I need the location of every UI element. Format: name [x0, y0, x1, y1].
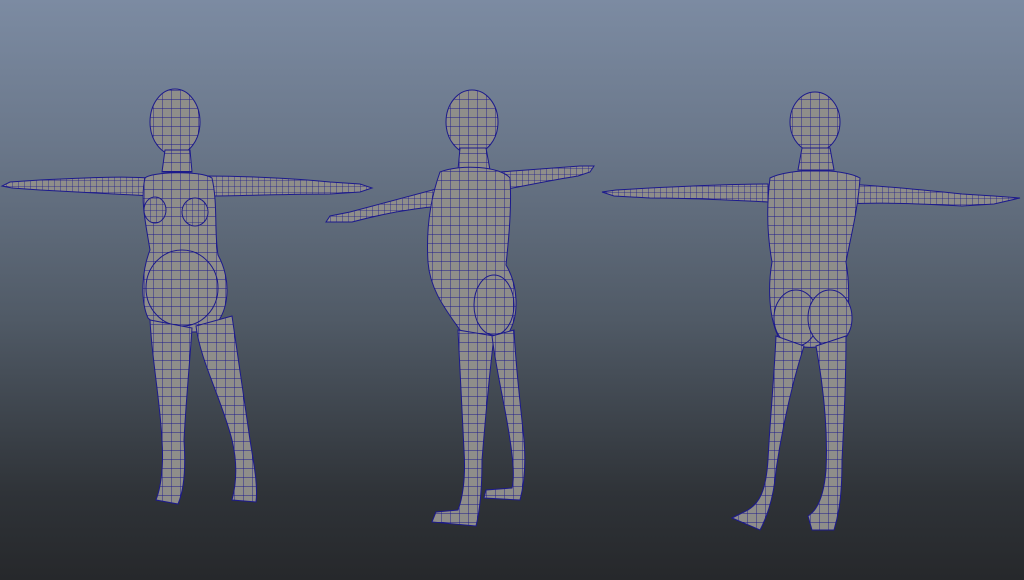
model-front-chest-right — [181, 197, 209, 227]
model-front-left-leg — [149, 319, 193, 505]
character-model-front[interactable] — [0, 88, 374, 505]
model-front-head — [149, 88, 201, 156]
model-front-chest-left — [143, 196, 167, 224]
model-side-head — [445, 89, 499, 155]
model-front-neck — [161, 149, 193, 173]
model-front-right-arm — [204, 175, 374, 197]
character-model-back[interactable] — [601, 91, 1021, 531]
model-back-head — [789, 91, 841, 153]
viewport-canvas[interactable] — [0, 0, 1024, 580]
model-side-neck — [457, 147, 491, 171]
model-back-right-arm — [845, 183, 1021, 207]
3d-viewport[interactable] — [0, 0, 1024, 580]
character-model-side[interactable] — [325, 89, 595, 527]
model-back-left-arm — [601, 183, 769, 203]
model-front-belly — [145, 249, 219, 327]
model-front-left-arm — [0, 176, 153, 197]
model-front-right-leg — [195, 315, 257, 503]
model-side-hip — [473, 274, 515, 336]
model-side-right-arm — [499, 165, 595, 191]
model-back-right-leg — [807, 335, 847, 531]
model-back-left-leg — [730, 335, 805, 531]
model-back-neck — [797, 147, 835, 171]
